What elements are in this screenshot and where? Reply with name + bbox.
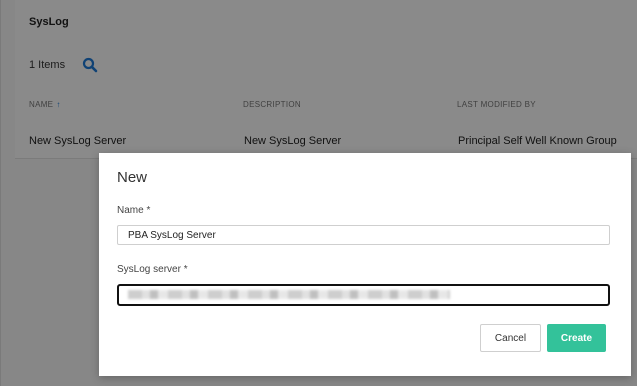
name-field[interactable] bbox=[117, 225, 610, 245]
redacted-value bbox=[128, 290, 450, 299]
cancel-button[interactable]: Cancel bbox=[480, 324, 541, 352]
syslog-server-field-label: SysLog server * bbox=[117, 264, 188, 275]
new-syslog-dialog: New Name * SysLog server * Cancel Create bbox=[99, 153, 631, 376]
syslog-server-field[interactable] bbox=[117, 284, 610, 306]
create-button[interactable]: Create bbox=[547, 324, 606, 352]
dialog-title: New bbox=[117, 169, 148, 186]
name-field-label: Name * bbox=[117, 205, 151, 216]
